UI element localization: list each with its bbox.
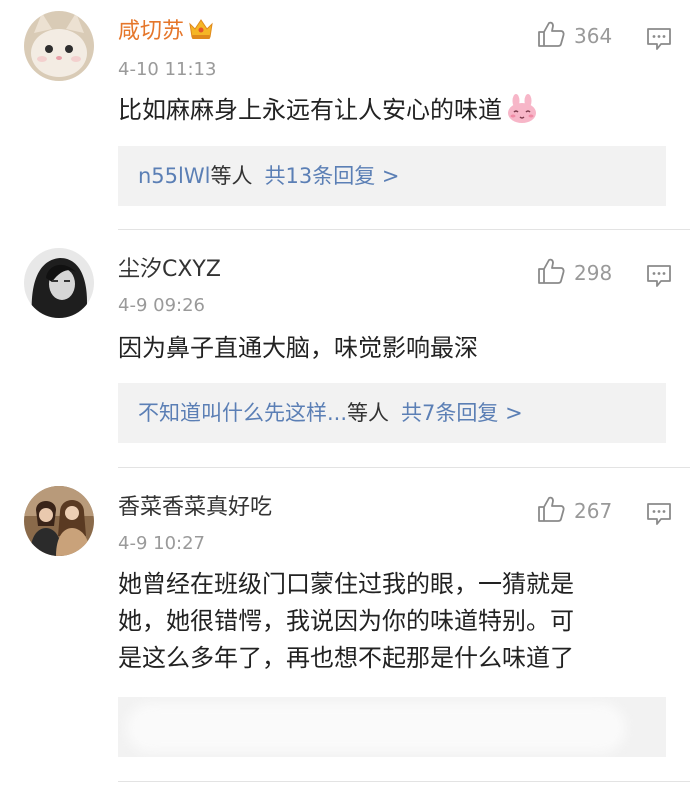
username[interactable]: 咸切苏	[118, 17, 214, 50]
pink-bunny-emoji-icon	[506, 94, 538, 135]
divider	[118, 229, 690, 230]
blur-overlay	[126, 703, 626, 753]
two-people-avatar-image	[24, 486, 94, 556]
crown-vip-icon	[188, 17, 214, 50]
username-text[interactable]: 咸切苏	[118, 19, 184, 44]
comment-bubble-icon[interactable]	[646, 26, 672, 52]
comment-text: 比如麻麻身上永远有让人安心的味道	[118, 92, 658, 135]
view-replies-link[interactable]: 共13条回复 >	[264, 164, 399, 188]
replies-summary[interactable]: 不知道叫什么先这样...等人 共7条回复 >	[118, 383, 666, 443]
like-button[interactable]: 364	[536, 21, 612, 51]
comment-text: 她曾经在班级门口蒙住过我的眼，一猜就是 她，她很错愕，我说因为你的味道特别。可 …	[118, 566, 658, 677]
like-button[interactable]: 298	[536, 258, 612, 288]
comment-text-line: 因为鼻子直通大脑，味觉影响最深	[118, 334, 478, 362]
username[interactable]: 尘汐CXYZ	[118, 255, 221, 285]
comment-bubble-icon[interactable]	[646, 263, 672, 289]
reply-etc-text: 等人	[210, 164, 253, 188]
thumbs-up-icon	[536, 256, 566, 290]
like-count: 267	[574, 499, 613, 523]
reply-etc-text: 等人	[347, 401, 390, 425]
comment-bubble-icon[interactable]	[646, 501, 672, 527]
avatar[interactable]	[24, 248, 94, 318]
cat-avatar-image	[24, 11, 94, 81]
divider	[118, 781, 690, 782]
comment-text-line: 她曾经在班级门口蒙住过我的眼，一猜就是	[118, 570, 574, 598]
thumbs-up-icon	[536, 19, 566, 53]
comment-text-line: 比如麻麻身上永远有让人安心的味道	[118, 92, 658, 135]
username[interactable]: 香菜香菜真好吃	[118, 493, 272, 523]
like-button[interactable]: 267	[536, 496, 612, 526]
reply-user-link[interactable]: n55lWl	[138, 164, 210, 188]
comment-text: 因为鼻子直通大脑，味觉影响最深	[118, 330, 658, 367]
timestamp: 4-9 10:27	[118, 533, 205, 554]
avatar[interactable]	[24, 486, 94, 556]
view-replies-link[interactable]: 共7条回复 >	[401, 401, 523, 425]
avatar[interactable]	[24, 11, 94, 81]
replies-summary[interactable]: n55lWl等人 共13条回复 >	[118, 146, 666, 206]
comment-text-line: 是这么多年了，再也想不起那是什么味道了	[118, 644, 574, 672]
like-count: 298	[574, 261, 613, 285]
like-count: 364	[574, 24, 613, 48]
thumbs-up-icon	[536, 494, 566, 528]
portrait-avatar-image	[24, 248, 94, 318]
replies-summary-obscured[interactable]	[118, 697, 666, 757]
timestamp: 4-10 11:13	[118, 59, 217, 80]
comment-text-content: 比如麻麻身上永远有让人安心的味道	[118, 96, 502, 124]
reply-user-link[interactable]: 不知道叫什么先这样...	[138, 401, 347, 425]
comment-text-line: 她，她很错愕，我说因为你的味道特别。可	[118, 607, 574, 635]
timestamp: 4-9 09:26	[118, 295, 205, 316]
divider	[118, 467, 690, 468]
